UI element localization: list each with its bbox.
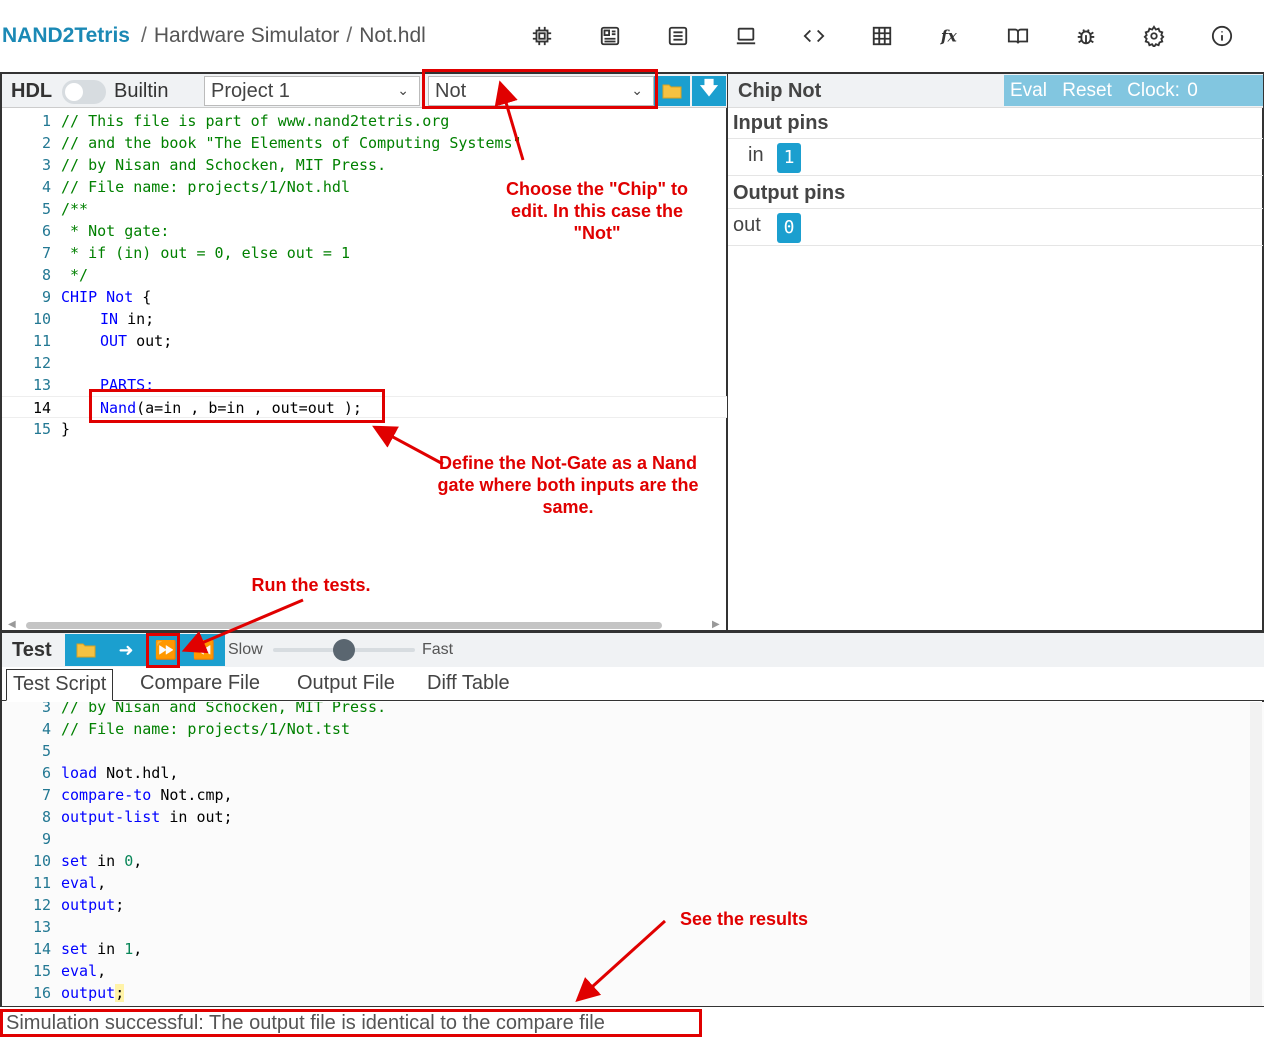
- code-line: 6 load Not.hdl,: [41, 764, 179, 782]
- cpu-icon[interactable]: [592, 18, 628, 54]
- annotation-box-status: [0, 1009, 702, 1037]
- builtin-toggle[interactable]: [62, 80, 106, 104]
- pin-value-toggle[interactable]: 1: [777, 143, 801, 173]
- test-toolbar: Test ➜ ⏩ ⏪ Slow Fast: [2, 633, 1264, 667]
- code-line: 15 eval,: [32, 962, 107, 980]
- vertical-scrollbar[interactable]: [1250, 702, 1262, 1006]
- tab-diff-table[interactable]: Diff Table: [421, 669, 516, 701]
- annotation-chip: Choose the "Chip" to edit. In this case …: [505, 179, 689, 243]
- open-test-button[interactable]: [67, 634, 105, 666]
- code-line: 11 OUT out;: [32, 332, 173, 350]
- eval-button[interactable]: Eval: [1010, 80, 1047, 101]
- pin-name: out: [733, 214, 761, 236]
- code-line: 3// by Nisan and Schocken, MIT Press.: [41, 156, 387, 174]
- top-bar: NAND2Tetris / Hardware Simulator / Not.hdl …: [0, 0, 1264, 72]
- hdl-title: HDL: [11, 80, 53, 102]
- folder-icon: [662, 84, 682, 99]
- clock-display[interactable]: Clock: 0: [1127, 80, 1198, 101]
- annotation-box-run-button: [146, 633, 180, 668]
- horizontal-scrollbar[interactable]: ◀ ▶: [8, 619, 722, 630]
- code-line: 4// File name: projects/1/Not.tst: [41, 720, 350, 738]
- code-line: 12 output;: [32, 896, 125, 914]
- pin-value: 0: [777, 213, 801, 243]
- code-line: 14 set in 1,: [32, 940, 143, 958]
- tab-test-script[interactable]: Test Script: [6, 669, 114, 701]
- speed-fast-label: Fast: [422, 641, 454, 658]
- speed-slow-label: Slow: [228, 641, 263, 658]
- toggle-knob: [65, 83, 83, 101]
- builtin-label: Builtin: [114, 80, 169, 102]
- pin-name: in: [748, 144, 764, 166]
- rewind-icon: ⏪: [192, 639, 216, 660]
- chip-icon[interactable]: [524, 18, 560, 54]
- code-line: 10 set in 0,: [32, 852, 143, 870]
- scroll-right-icon[interactable]: ▶: [712, 619, 720, 630]
- chip-title: Chip Not: [738, 80, 822, 102]
- test-tab-bar: Test Script Compare File Output File Dif…: [2, 667, 1264, 701]
- code-line: 8 */: [41, 266, 89, 284]
- code-line: 3// by Nisan and Schocken, MIT Press.: [41, 702, 387, 716]
- test-title: Test: [12, 639, 52, 661]
- annotation-box-nand-line: [89, 389, 385, 423]
- code-line: 2// and the book "The Elements of Comput…: [41, 134, 522, 152]
- scroll-thumb[interactable]: [26, 622, 662, 629]
- code-line: 5: [41, 742, 51, 760]
- annotation-box-chip-select: [422, 69, 658, 109]
- computer-icon[interactable]: [728, 18, 764, 54]
- hdl-panel: HDL Builtin Project 1 ⌄ Not ⌄ 🡇 1// This…: [0, 72, 727, 632]
- input-pins-title: Input pins: [733, 112, 829, 134]
- tab-output-file[interactable]: Output File: [291, 669, 401, 701]
- tab-compare-file[interactable]: Compare File: [134, 669, 266, 701]
- test-script-editor[interactable]: 3// by Nisan and Schocken, MIT Press. 4/…: [2, 702, 1264, 1006]
- chip-toolbar: Chip Not Eval Reset Clock: 0: [728, 74, 1263, 108]
- download-icon: 🡇: [699, 78, 719, 98]
- test-panel: Test ➜ ⏩ ⏪ Slow Fast Test Script Compare…: [0, 632, 1264, 1007]
- book-icon[interactable]: [1000, 18, 1036, 54]
- chip-controls: Eval Reset Clock: 0: [1004, 75, 1263, 106]
- breadcrumb-simulator[interactable]: Hardware Simulator: [154, 24, 340, 47]
- chevron-down-icon: ⌄: [397, 82, 409, 98]
- settings-icon[interactable]: [1136, 18, 1172, 54]
- output-pins-title: Output pins: [733, 182, 846, 204]
- function-icon[interactable]: fx: [932, 18, 968, 54]
- folder-icon: [76, 643, 96, 658]
- input-pin-row: in 1: [728, 138, 1263, 176]
- code-line: 9 CHIP Not {: [41, 288, 152, 306]
- list-icon[interactable]: [660, 18, 696, 54]
- download-button[interactable]: 🡇: [692, 76, 726, 106]
- annotation-nand: Define the Not-Gate as a Nand gate where…: [437, 453, 699, 517]
- project-select[interactable]: Project 1 ⌄: [204, 76, 420, 106]
- reset-test-button[interactable]: ⏪: [185, 634, 223, 666]
- step-button[interactable]: ➜: [107, 634, 145, 666]
- code-line-active: 16 output;: [32, 984, 125, 1002]
- code-line: 12: [32, 354, 51, 372]
- svg-text:fx: fx: [940, 27, 958, 46]
- reset-button[interactable]: Reset: [1062, 80, 1112, 101]
- code-line: 1// This file is part of www.nand2tetris…: [41, 112, 450, 130]
- brand-logo[interactable]: NAND2Tetris: [2, 24, 130, 48]
- code-line: 11 eval,: [32, 874, 107, 892]
- scroll-left-icon[interactable]: ◀: [8, 619, 16, 630]
- bug-icon[interactable]: [1068, 18, 1104, 54]
- info-icon[interactable]: [1204, 18, 1240, 54]
- breadcrumb: / Hardware Simulator / Not.hdl: [141, 24, 426, 47]
- annotation-run: Run the tests.: [251, 575, 371, 595]
- code-line: 9: [41, 830, 51, 848]
- open-folder-button[interactable]: [654, 76, 690, 106]
- code-line: 7 * if (in) out = 0, else out = 1: [41, 244, 350, 262]
- annotation-results: See the results: [679, 909, 809, 929]
- chip-panel: Chip Not Eval Reset Clock: 0 Input pins …: [727, 72, 1264, 632]
- code-line: 8 output-list in out;: [41, 808, 233, 826]
- output-pin-row: out 0: [728, 208, 1263, 246]
- code-icon[interactable]: [796, 18, 832, 54]
- arrow-right-icon: ➜: [118, 639, 134, 660]
- project-select-value: Project 1: [211, 80, 290, 102]
- breadcrumb-file: Not.hdl: [359, 24, 426, 47]
- code-line: 7 compare-to Not.cmp,: [41, 786, 233, 804]
- speed-slider-handle[interactable]: [333, 639, 355, 661]
- code-line: 10 IN in;: [32, 310, 155, 328]
- code-line: 13: [32, 918, 51, 936]
- test-buttons: ➜ ⏩ ⏪: [65, 634, 225, 666]
- grid-icon[interactable]: [864, 18, 900, 54]
